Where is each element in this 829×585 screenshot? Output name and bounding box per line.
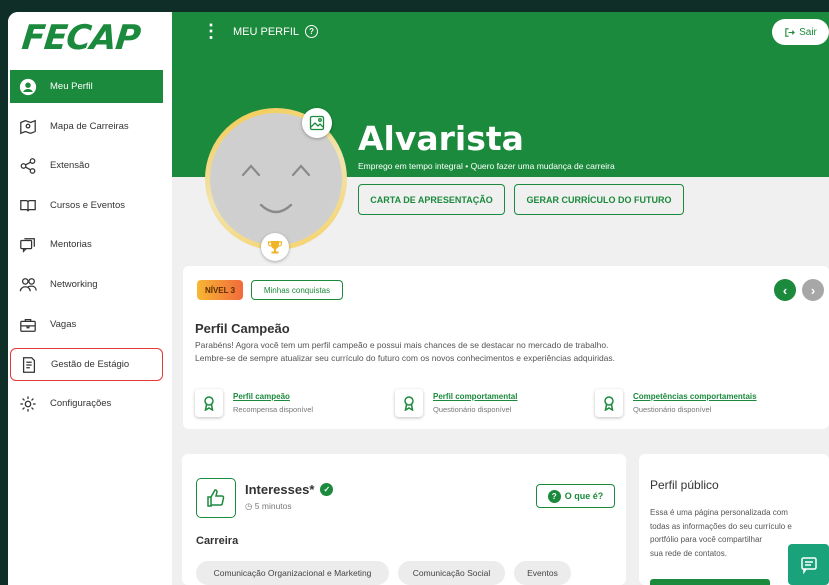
chat-bubble-icon — [800, 556, 817, 574]
what-is-it-label: O que é? — [564, 491, 604, 501]
book-icon — [18, 196, 38, 216]
interest-chip[interactable]: Eventos — [514, 561, 571, 585]
logout-icon — [785, 27, 795, 37]
logout-label: Sair — [799, 26, 817, 38]
help-icon[interactable]: ? — [305, 25, 319, 38]
sidebar-item-label: Cursos e Eventos — [50, 200, 125, 211]
gear-icon — [18, 394, 38, 414]
achievement-subtitle: Questionário disponível — [633, 405, 712, 414]
edit-photo-button[interactable] — [302, 108, 332, 138]
interests-time: ◷ 5 minutos — [245, 501, 292, 511]
interest-chip[interactable]: Comunicação Social — [398, 561, 505, 585]
sidebar-item-mapa-de-carreiras[interactable]: Mapa de Carreiras — [10, 110, 163, 143]
app-window: FECAP Meu Perfil Mapa de Carreiras Exten… — [8, 12, 829, 585]
level-title: Perfil Campeão — [195, 321, 290, 336]
achievement-perfil-comportamental[interactable]: Perfil comportamental Questionário dispo… — [395, 384, 517, 422]
chat-support-button[interactable] — [788, 544, 829, 585]
medal-icon — [195, 389, 223, 417]
level-description: Parabéns! Agora você tem um perfil campe… — [195, 339, 755, 365]
sidebar: FECAP Meu Perfil Mapa de Carreiras Exten… — [8, 12, 172, 585]
sidebar-item-meu-perfil[interactable]: Meu Perfil — [10, 70, 163, 103]
sidebar-item-vagas[interactable]: Vagas — [10, 308, 163, 341]
thumbs-up-icon — [196, 478, 236, 518]
interests-time-label: 5 minutos — [254, 501, 292, 511]
career-section-title: Carreira — [196, 535, 239, 547]
public-profile-button[interactable] — [650, 579, 770, 585]
achievement-competencias[interactable]: Competências comportamentais Questionári… — [595, 384, 757, 422]
interest-chip[interactable]: Comunicação Organizacional e Marketing — [196, 561, 389, 585]
medal-icon — [395, 389, 423, 417]
sidebar-item-label: Mapa de Carreiras — [50, 121, 129, 132]
interests-title: Interesses* ✓ — [245, 482, 334, 497]
menu-dots-icon[interactable]: ⋮ — [202, 22, 220, 40]
page-title-label: MEU PERFIL — [233, 25, 300, 38]
achievement-title[interactable]: Perfil comportamental — [433, 392, 517, 401]
check-icon: ✓ — [320, 483, 334, 496]
achievement-subtitle: Recompensa disponível — [233, 405, 314, 414]
achievement-title[interactable]: Competências comportamentais — [633, 392, 757, 401]
sidebar-item-label: Mentorias — [50, 239, 92, 250]
public-profile-text-line: sua rede de contatos. — [650, 548, 727, 558]
question-icon: ? — [547, 489, 561, 503]
profile-subtitle: Emprego em tempo integral • Quero fazer … — [358, 161, 615, 171]
sidebar-item-label: Vagas — [50, 319, 77, 330]
public-profile-text-line: todas as informações do seu currículo e — [650, 521, 792, 531]
what-is-it-button[interactable]: ? O que é? — [536, 484, 615, 508]
sidebar-item-gestao-de-estagio[interactable]: Gestão de Estágio — [10, 348, 163, 381]
achievement-subtitle: Questionário disponível — [433, 405, 512, 414]
sidebar-item-label: Meu Perfil — [50, 81, 93, 92]
level-text-line: Parabéns! Agora você tem um perfil campe… — [195, 340, 609, 350]
prev-arrow-button[interactable]: ‹ — [774, 279, 796, 301]
next-arrow-button[interactable]: › — [802, 279, 824, 301]
generate-resume-button[interactable]: GERAR CURRÍCULO DO FUTURO — [514, 184, 684, 215]
trophy-icon — [267, 241, 283, 254]
sidebar-item-networking[interactable]: Networking — [10, 268, 163, 301]
level-badge: NÍVEL 3 — [197, 280, 243, 300]
chat-icon — [18, 235, 38, 255]
logout-button[interactable]: Sair — [772, 19, 829, 45]
achievement-perfil-campeao[interactable]: Perfil campeão Recompensa disponível — [195, 384, 313, 422]
sidebar-item-label: Extensão — [50, 160, 90, 171]
map-icon — [18, 117, 38, 137]
profile-name: Alvarista — [358, 119, 524, 158]
share-icon — [18, 156, 38, 176]
public-profile-title: Perfil público — [650, 478, 719, 492]
sidebar-item-label: Gestão de Estágio — [51, 359, 130, 370]
sidebar-item-cursos-e-eventos[interactable]: Cursos e Eventos — [10, 189, 163, 222]
sidebar-item-label: Networking — [50, 279, 98, 290]
level-text-line: Lembre-se de sempre atualizar seu curríc… — [195, 353, 616, 363]
user-circle-icon — [18, 77, 38, 97]
trophy-badge[interactable] — [261, 233, 289, 261]
medal-icon — [595, 389, 623, 417]
public-profile-text-line: portfólio para você compartilhar — [650, 535, 763, 544]
sidebar-item-mentorias[interactable]: Mentorias — [10, 228, 163, 261]
achievement-title[interactable]: Perfil campeão — [233, 392, 313, 401]
fecap-logo[interactable]: FECAP — [20, 18, 142, 58]
document-icon — [19, 355, 39, 375]
my-achievements-button[interactable]: Minhas conquistas — [251, 280, 343, 300]
sidebar-item-configuracoes[interactable]: Configurações — [10, 387, 163, 420]
page-title: MEU PERFIL ? — [233, 25, 319, 38]
interests-title-label: Interesses* — [245, 482, 315, 497]
briefcase-icon — [18, 315, 38, 335]
cover-letter-button[interactable]: CARTA DE APRESENTAÇÃO — [358, 184, 505, 215]
interests-card: Interesses* ✓ ◷ 5 minutos ? O que é? Car… — [182, 454, 626, 585]
image-edit-icon — [309, 115, 325, 131]
sidebar-item-label: Configurações — [50, 398, 112, 409]
sidebar-item-extensao[interactable]: Extensão — [10, 149, 163, 182]
people-icon — [18, 275, 38, 295]
public-profile-text-line: Essa é uma página personalizada com — [650, 508, 788, 517]
level-card: NÍVEL 3 Minhas conquistas ‹ › Perfil Cam… — [183, 266, 829, 429]
